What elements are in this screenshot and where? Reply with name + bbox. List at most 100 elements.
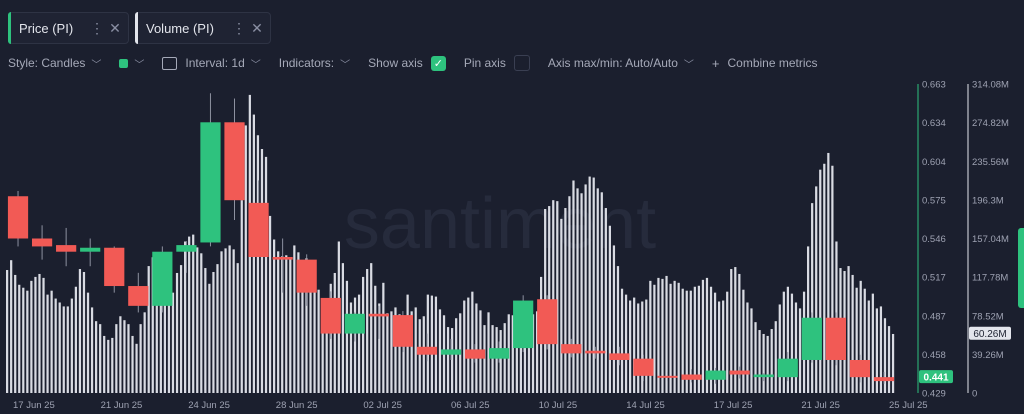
volume-bar bbox=[657, 277, 660, 393]
volume-bar bbox=[471, 291, 474, 393]
candle-body bbox=[513, 300, 534, 349]
candle-body bbox=[825, 317, 846, 360]
volume-bar bbox=[576, 188, 579, 393]
x-axis-tick-label: 14 Jul 25 bbox=[626, 400, 665, 411]
volume-bar bbox=[390, 311, 393, 393]
volume-axis-tick: 314.08M bbox=[972, 80, 1009, 91]
volume-bar bbox=[823, 163, 826, 393]
volume-bar bbox=[616, 266, 620, 393]
volume-bar bbox=[289, 258, 292, 393]
x-axis-tick-label: 10 Jul 25 bbox=[539, 400, 578, 411]
volume-bar bbox=[224, 248, 227, 393]
x-axis-tick-label: 17 Jul 25 bbox=[714, 400, 753, 411]
candle-body bbox=[31, 238, 53, 247]
volume-bar bbox=[584, 184, 587, 393]
volume-bar bbox=[629, 300, 632, 393]
volume-bar bbox=[220, 251, 223, 393]
volume-bar bbox=[99, 324, 102, 393]
volume-axis-tick: 196.3M bbox=[972, 195, 1004, 206]
candle-body bbox=[152, 251, 173, 306]
volume-bar bbox=[362, 276, 365, 393]
volume-bar bbox=[244, 125, 247, 394]
volume-bar bbox=[645, 299, 648, 393]
volume-bar bbox=[78, 269, 82, 393]
price-axis-tick: 0.575 bbox=[922, 195, 946, 206]
candle-body bbox=[633, 358, 654, 376]
volume-bar bbox=[604, 208, 607, 393]
volume-bar bbox=[175, 272, 179, 393]
volume-bar bbox=[341, 263, 344, 393]
volume-bar bbox=[552, 200, 555, 393]
candle-body bbox=[56, 245, 77, 252]
volume-bar bbox=[455, 318, 458, 393]
volume-bar bbox=[701, 279, 705, 393]
volume-bar bbox=[34, 276, 37, 393]
volume-bar bbox=[633, 297, 636, 393]
volume-bar bbox=[6, 270, 9, 393]
x-axis-tick-label: 06 Jul 25 bbox=[451, 400, 490, 411]
volume-bar bbox=[430, 295, 433, 393]
volume-bar bbox=[200, 253, 203, 393]
x-axis-tick-label: 25 Jul 25 bbox=[889, 400, 928, 411]
volume-bar bbox=[74, 286, 77, 393]
volume-bar bbox=[357, 294, 361, 393]
volume-bar bbox=[499, 330, 502, 393]
volume-bar bbox=[568, 196, 571, 393]
volume-bar bbox=[30, 280, 33, 393]
volume-bar bbox=[451, 328, 454, 393]
current-price-value: 0.441 bbox=[923, 373, 948, 384]
volume-bar bbox=[596, 188, 599, 393]
volume-bar bbox=[758, 330, 761, 393]
price-axis-tick: 0.458 bbox=[922, 350, 946, 361]
volume-bar bbox=[66, 306, 69, 393]
volume-bar bbox=[742, 289, 745, 393]
volume-bar bbox=[580, 193, 583, 393]
current-volume-value: 60.26M bbox=[973, 329, 1006, 340]
volume-bar bbox=[867, 300, 870, 393]
volume-bar bbox=[386, 313, 389, 393]
volume-bar bbox=[592, 177, 595, 393]
volume-bar bbox=[345, 280, 349, 393]
candle-body bbox=[657, 375, 678, 378]
volume-bar bbox=[42, 277, 45, 393]
volume-bar bbox=[798, 308, 802, 393]
candle-body bbox=[489, 348, 510, 359]
volume-bar bbox=[754, 322, 757, 393]
x-axis-tick-label: 21 Jul 25 bbox=[801, 400, 840, 411]
chart-scroll-handle[interactable] bbox=[1018, 228, 1024, 308]
volume-bar bbox=[212, 271, 215, 393]
price-volume-chart[interactable]: santiment 0.6630.6340.6040.5750.5460.517… bbox=[0, 0, 1024, 414]
volume-bar bbox=[147, 266, 150, 393]
x-axis-tick-label: 24 Jun 25 bbox=[188, 400, 230, 411]
candle-body bbox=[561, 344, 582, 354]
volume-bar bbox=[317, 289, 320, 393]
volume-bar bbox=[179, 265, 183, 393]
volume-bar bbox=[891, 333, 895, 393]
candle-body bbox=[200, 122, 221, 243]
candle-body bbox=[801, 317, 822, 360]
candle-body bbox=[440, 349, 462, 355]
price-axis-tick: 0.546 bbox=[922, 234, 946, 245]
volume-bar bbox=[766, 335, 769, 393]
volume-bar bbox=[855, 287, 858, 393]
volume-bar bbox=[14, 274, 17, 393]
volume-bar bbox=[268, 215, 272, 393]
volume-bar bbox=[556, 201, 559, 393]
x-axis-tick-label: 17 Jun 25 bbox=[13, 400, 55, 411]
volume-axis-tick: 0 bbox=[972, 389, 977, 400]
volume-bar bbox=[782, 291, 785, 393]
volume-bar bbox=[414, 307, 417, 393]
volume-bar bbox=[196, 247, 199, 393]
candle-body bbox=[104, 247, 125, 287]
volume-bar bbox=[871, 293, 874, 393]
candle-body bbox=[368, 313, 389, 317]
candle-body bbox=[296, 259, 317, 293]
candle-body bbox=[681, 374, 702, 380]
price-axis-tick: 0.517 bbox=[922, 273, 946, 284]
volume-bar bbox=[637, 303, 640, 393]
volume-bar bbox=[131, 335, 134, 393]
volume-bar bbox=[467, 297, 470, 393]
volume-bar bbox=[560, 218, 563, 393]
volume-bar bbox=[762, 333, 765, 393]
volume-bar bbox=[184, 241, 187, 393]
